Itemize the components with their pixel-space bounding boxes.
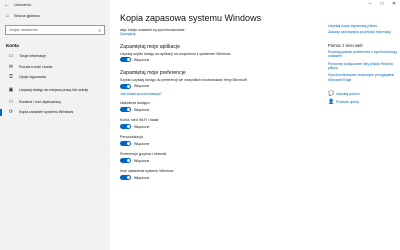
how-sync-works-link[interactable]: Jak działa synchronizacja? (120, 92, 305, 96)
accounts-wifi-passwords-toggle[interactable] (120, 123, 131, 130)
accessibility-toggle[interactable] (120, 106, 131, 113)
home-label: Strona główna (14, 13, 40, 18)
toggle-state: Włączone (134, 84, 150, 89)
sidebar-home[interactable]: ⌂ Strona główna (0, 11, 110, 20)
sidebar-item-your-info[interactable]: ▭ Twoje informacje (0, 51, 110, 62)
sidebar-item-label: Opcje logowania (19, 75, 46, 80)
window-controls: – □ ✕ (364, 0, 400, 8)
search-input[interactable]: Znajdź ustawienie ⌕ (5, 25, 105, 35)
toggle-state: Włączone (134, 158, 150, 163)
get-help-row[interactable]: 💬 Uzyskaj pomoc (328, 90, 398, 98)
sync-icon: ⟳ (8, 109, 14, 116)
manage-link[interactable]: Zarządzaj (120, 32, 305, 36)
sidebar-item-label: Twoje informacje (19, 54, 46, 59)
language-dictionaries-toggle[interactable] (120, 157, 131, 164)
content-column: więc koleje ustawień są synchronizowane … (120, 28, 305, 181)
sidebar-item-label: Rodzina i inni użytkownicy (19, 99, 61, 104)
pref-item-toggle-row: Włączone (120, 106, 305, 113)
sidebar-item-work-school[interactable]: ▣ Uzyskaj dostęp do miejsca pracy lub sz… (0, 83, 110, 97)
web-help-link[interactable]: Ponowne podłączanie listy plików Histori… (328, 62, 398, 71)
feedback-icon: 👤 (328, 99, 335, 106)
key-icon: ⚿ (9, 74, 13, 81)
feedback-row[interactable]: 👤 Przekaż opinię (328, 98, 398, 106)
pref-item-toggle-row: Włączone (120, 123, 305, 130)
section-title: Konta (6, 43, 19, 48)
minimize-icon[interactable]: – (364, 0, 376, 8)
toggle-state: Włączone (134, 107, 150, 112)
get-help-link[interactable]: Uzyskaj pomoc (336, 92, 360, 96)
sidebar-item-label: Uzyskaj dostęp do miejsca pracy lub szko… (19, 87, 89, 92)
toggle-state: Włączone (134, 175, 150, 180)
sidebar-item-family[interactable]: ⚇ Rodzina i inni użytkownicy (0, 97, 110, 108)
briefcase-icon: ▣ (8, 86, 14, 93)
home-icon: ⌂ (6, 12, 10, 19)
people-icon: ⚇ (8, 98, 14, 105)
app-title: Ustawienia (14, 2, 32, 7)
pref-item-toggle-row: Włączone (120, 174, 305, 181)
prefs-toggle-row: Włączone (120, 83, 305, 90)
sidebar-item-sign-in-options[interactable]: ⚿ Opcje logowania (0, 72, 110, 83)
toggle-state: Włączone (134, 124, 150, 129)
privacy-link[interactable]: Zasady zachowania poufności informacji (328, 30, 398, 34)
close-icon[interactable]: ✕ (388, 0, 400, 8)
sidebar-item-label: Kopia ustawień systemu Windows (19, 110, 74, 115)
web-help-heading: Pomoc z sieci web (328, 42, 363, 48)
prefs-heading: Zapamiętaj moje preferencje (120, 70, 186, 77)
person-card-icon: ▭ (8, 53, 14, 60)
sidebar-item-label: Poczta e-mail i konta (19, 64, 53, 69)
other-windows-settings-toggle[interactable] (120, 174, 131, 181)
selection-indicator (0, 109, 2, 116)
sidebar-item-sync-settings[interactable]: ⟳ Kopia ustawień systemu Windows (0, 107, 110, 118)
search-placeholder: Znajdź ustawienie (9, 28, 38, 32)
personalization-toggle[interactable] (120, 140, 131, 147)
sidebar-item-email-accounts[interactable]: ✉ Poczta e-mail i konta (0, 62, 110, 73)
feedback-link[interactable]: Przekaż opinię (336, 100, 359, 104)
maximize-icon[interactable]: □ (376, 0, 388, 8)
backup-files-link[interactable]: Uzyskaj kopię zapasową plików (328, 24, 398, 28)
toggle-state: Włączone (134, 141, 150, 146)
apps-heading: Zapamiętaj moje aplikacje (120, 43, 180, 50)
web-help-link[interactable]: Synchronizowanie ulubionych przeglądarki… (328, 73, 398, 82)
apps-toggle[interactable] (120, 57, 131, 63)
prefs-toggle[interactable] (120, 83, 131, 89)
sidebar: ← Ustawienia ⌂ Strona główna Znajdź usta… (0, 0, 110, 250)
pref-item-toggle-row: Włączone (120, 157, 305, 164)
title-bar: ← Ustawienia (0, 0, 110, 9)
web-help-link[interactable]: Rozwiązywanie problemów z synchronizacją… (328, 50, 398, 59)
mail-icon: ✉ (8, 63, 14, 70)
pref-item-toggle-row: Włączone (120, 140, 305, 147)
back-arrow-icon[interactable]: ← (4, 2, 14, 8)
toggle-state: Włączone (134, 57, 150, 62)
related-settings-column: Uzyskaj kopię zapasową plików Zasady zac… (328, 24, 398, 106)
search-icon: ⌕ (98, 27, 101, 33)
main-pane: – □ ✕ Kopia zapasowa systemu Windows wię… (110, 0, 400, 250)
page-title: Kopia zapasowa systemu Windows (120, 13, 262, 23)
help-icon: 💬 (328, 91, 335, 98)
apps-toggle-row: Włączone (120, 56, 305, 63)
